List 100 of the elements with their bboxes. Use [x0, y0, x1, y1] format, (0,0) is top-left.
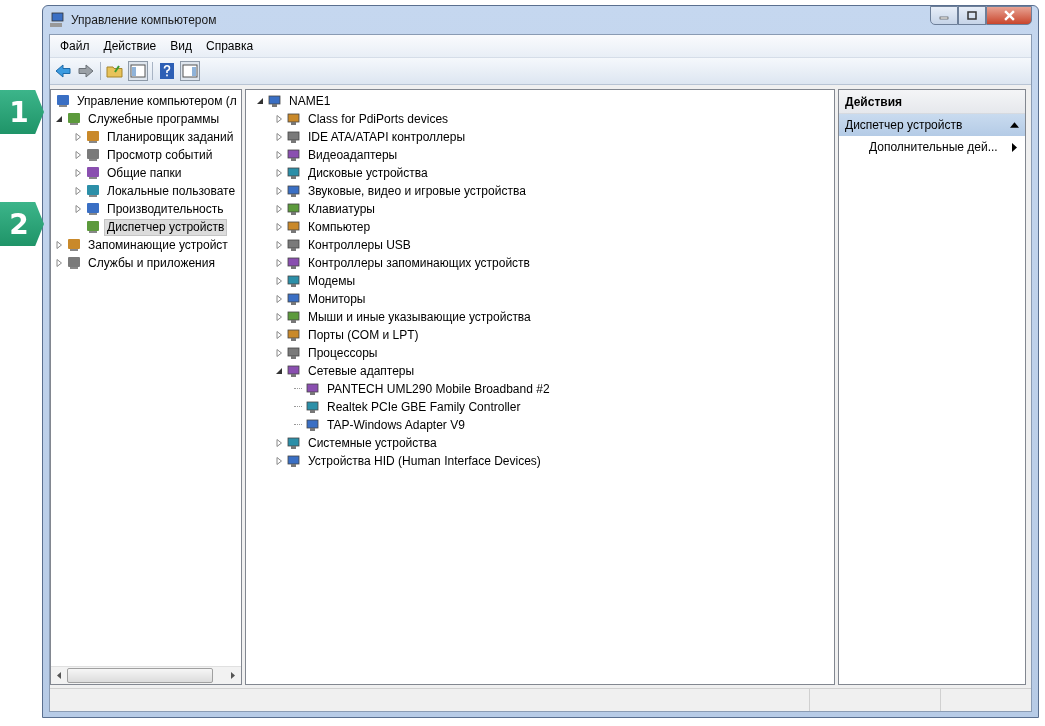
device-icon	[286, 183, 302, 199]
collapse-caret-icon[interactable]	[1010, 122, 1019, 128]
menu-item[interactable]: Вид	[163, 39, 199, 53]
action-pane-icon[interactable]	[181, 62, 199, 80]
action-item[interactable]: Дополнительные дей...	[869, 140, 998, 154]
close-icon	[1003, 10, 1015, 21]
device-icon	[286, 345, 302, 361]
device-tree-item[interactable]: Звуковые, видео и игровые устройства	[305, 182, 529, 200]
device-tree-item[interactable]: Процессоры	[305, 344, 381, 362]
collapse-arrow-icon[interactable]	[256, 97, 264, 105]
menu-item[interactable]: Действие	[96, 39, 164, 53]
device-tree-item[interactable]: Realtek PCIe GBE Family Controller	[324, 398, 524, 416]
device-tree-item[interactable]: Устройства HID (Human Interface Devices)	[305, 452, 544, 470]
device-icon	[305, 417, 321, 433]
maximize-button[interactable]	[958, 6, 986, 25]
tree-item[interactable]: Просмотр событий	[104, 146, 216, 164]
tree-item[interactable]: Общие папки	[104, 164, 185, 182]
expand-arrow-icon[interactable]	[275, 241, 283, 249]
expand-arrow-icon[interactable]	[74, 133, 82, 141]
tree-item[interactable]: Службы и приложения	[85, 254, 218, 272]
expand-arrow-icon[interactable]	[275, 313, 283, 321]
expand-arrow-icon[interactable]	[275, 205, 283, 213]
computer-icon	[49, 12, 65, 28]
tree-item[interactable]: Запоминающие устройст	[85, 236, 231, 254]
minimize-button[interactable]	[930, 6, 958, 25]
submenu-arrow-icon	[1012, 142, 1017, 152]
device-icon	[286, 111, 302, 127]
forward-arrow-icon[interactable]	[77, 62, 95, 80]
device-icon	[286, 129, 302, 145]
collapse-arrow-icon[interactable]	[55, 115, 63, 123]
device-tree-item[interactable]: Системные устройства	[305, 434, 440, 452]
actions-section-header[interactable]: Диспетчер устройств	[839, 114, 1025, 136]
device-tree-item[interactable]: IDE ATA/ATAPI контроллеры	[305, 128, 469, 146]
device-icon	[286, 435, 302, 451]
device-tree-item[interactable]: PANTECH UML290 Mobile Broadband #2	[324, 380, 553, 398]
device-tree-item[interactable]: Клавиатуры	[305, 200, 378, 218]
device-icon	[286, 201, 302, 217]
expand-arrow-icon[interactable]	[275, 151, 283, 159]
scroll-left-icon[interactable]	[57, 672, 61, 679]
device-tree-item[interactable]: Дисковые устройства	[305, 164, 431, 182]
device-tree-item[interactable]: Контроллеры запоминающих устройств	[305, 254, 533, 272]
expand-arrow-icon[interactable]	[275, 169, 283, 177]
device-tree-item[interactable]: TAP-Windows Adapter V9	[324, 416, 468, 434]
device-tree-item[interactable]: Видеоадаптеры	[305, 146, 401, 164]
device-icon	[286, 291, 302, 307]
device-tree-item[interactable]: Class for PdiPorts devices	[305, 110, 452, 128]
device-tree-item[interactable]: NAME1	[286, 92, 334, 110]
tree-item[interactable]: Служебные программы	[85, 110, 223, 128]
device-tree-item[interactable]: Компьютер	[305, 218, 374, 236]
expand-arrow-icon[interactable]	[275, 259, 283, 267]
collapse-arrow-icon[interactable]	[275, 367, 283, 375]
expand-arrow-icon[interactable]	[275, 349, 283, 357]
horizontal-scrollbar[interactable]	[51, 666, 241, 684]
expand-arrow-icon[interactable]	[74, 187, 82, 195]
scroll-right-icon[interactable]	[231, 672, 235, 679]
device-icon	[286, 327, 302, 343]
expand-arrow-icon[interactable]	[275, 439, 283, 447]
close-button[interactable]	[986, 6, 1032, 25]
device-icon	[286, 255, 302, 271]
expand-arrow-icon[interactable]	[55, 259, 63, 267]
console-tree-icon[interactable]	[129, 62, 147, 80]
device-tree-item[interactable]: Мыши и иные указывающие устройства	[305, 308, 534, 326]
back-arrow-icon[interactable]	[54, 62, 72, 80]
device-tree-item[interactable]: Сетевые адаптеры	[305, 362, 418, 380]
tree-item[interactable]: Производительность	[104, 200, 227, 218]
help-icon[interactable]	[158, 62, 176, 80]
expand-arrow-icon[interactable]	[275, 187, 283, 195]
device-icon	[286, 273, 302, 289]
device-tree-item[interactable]: Мониторы	[305, 290, 369, 308]
expand-arrow-icon[interactable]	[275, 115, 283, 123]
expand-arrow-icon[interactable]	[74, 169, 82, 177]
expand-arrow-icon[interactable]	[275, 133, 283, 141]
expand-arrow-icon[interactable]	[275, 331, 283, 339]
expand-arrow-icon[interactable]	[55, 241, 63, 249]
section-title: Диспетчер устройств	[845, 118, 963, 132]
tree-item[interactable]: Диспетчер устройств	[104, 218, 228, 236]
maximize-icon	[967, 10, 977, 21]
expand-arrow-icon[interactable]	[275, 277, 283, 285]
tree-item[interactable]: Управление компьютером (л	[74, 92, 240, 110]
expand-arrow-icon[interactable]	[275, 223, 283, 231]
device-icon	[305, 381, 321, 397]
tree-item[interactable]: Планировщик заданий	[104, 128, 237, 146]
device-icon	[286, 453, 302, 469]
device-tree-item[interactable]: Модемы	[305, 272, 359, 290]
device-tree-item[interactable]: Порты (COM и LPT)	[305, 326, 422, 344]
device-tree-item[interactable]: Контроллеры USB	[305, 236, 414, 254]
menu-item[interactable]: Справка	[199, 39, 261, 53]
device-icon	[286, 165, 302, 181]
expand-arrow-icon[interactable]	[275, 295, 283, 303]
menu-item[interactable]: Файл	[53, 39, 97, 53]
expand-arrow-icon[interactable]	[74, 205, 82, 213]
device-icon	[267, 93, 283, 109]
expand-arrow-icon[interactable]	[275, 457, 283, 465]
expand-arrow-icon[interactable]	[74, 151, 82, 159]
device-icon	[286, 147, 302, 163]
device-icon	[286, 237, 302, 253]
actions-header: Действия	[839, 90, 1025, 114]
tree-item[interactable]: Локальные пользовате	[104, 182, 239, 200]
step-badge: 2	[0, 202, 44, 246]
step-badge: 1	[0, 90, 44, 134]
